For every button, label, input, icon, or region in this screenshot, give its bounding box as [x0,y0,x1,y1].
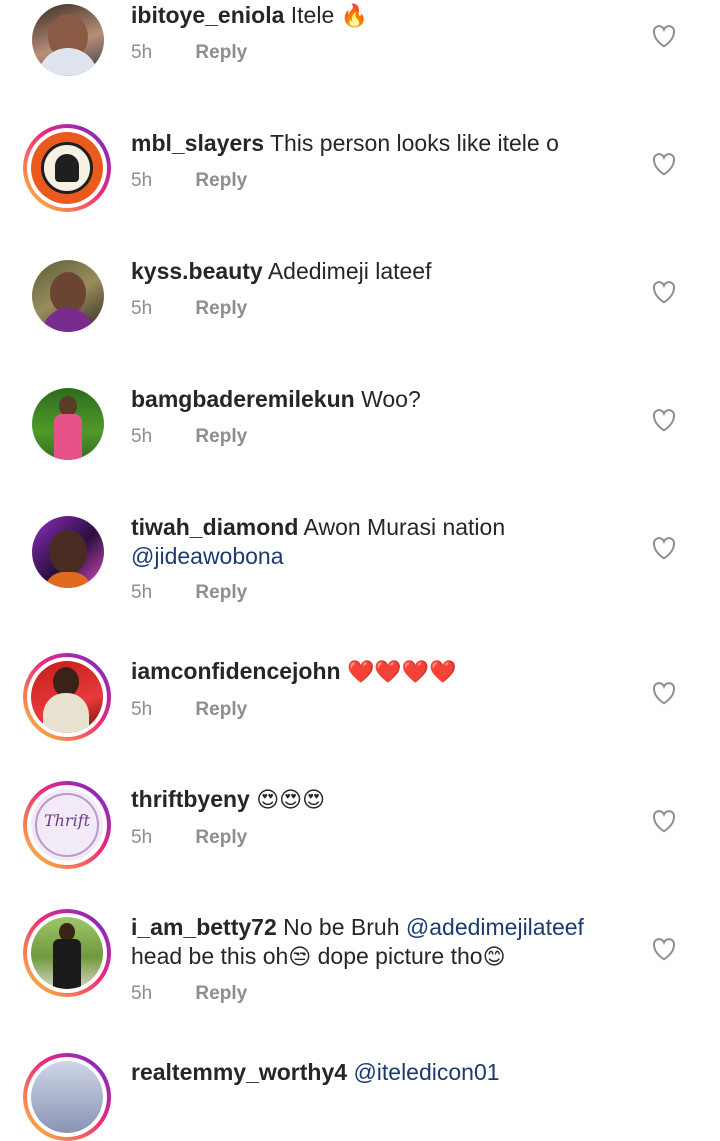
timestamp: 5h [131,827,153,848]
like-heart-icon[interactable] [651,152,677,176]
timestamp: 5h [131,170,153,191]
avatar[interactable] [32,260,104,332]
username[interactable]: tiwah_diamond [131,514,298,540]
story-ring[interactable] [23,1053,111,1141]
hearts-emoji: ❤️❤️❤️❤️ [346,660,457,685]
comment-text: Adedimeji lateef [267,258,432,284]
username[interactable]: kyss.beauty [131,258,263,284]
username[interactable]: realtemmy_worthy4 [131,1059,347,1085]
comment-text: This person looks like itele o [269,130,559,156]
like-heart-icon[interactable] [651,24,677,48]
comment-text: dope picture tho [317,943,483,969]
username[interactable]: iamconfidencejohn [131,658,341,684]
comment-text: head be this oh [131,943,289,969]
story-ring[interactable] [23,653,111,741]
timestamp: 5h [131,983,153,1004]
story-ring[interactable] [23,124,111,212]
reply-button[interactable]: Reply [195,699,247,720]
reply-button[interactable]: Reply [195,582,247,603]
reply-button[interactable]: Reply [195,983,247,1004]
mention-link[interactable]: @jideawobona [131,543,284,569]
timestamp: 5h [131,426,153,447]
thrift-logo-text: Thrift [43,811,91,830]
mention-link[interactable]: @adedimejilateef [406,914,584,940]
heart-eyes-emoji: 😍😍😍 [256,788,326,813]
avatar[interactable] [32,516,104,588]
reply-button[interactable]: Reply [195,298,247,319]
like-heart-icon[interactable] [651,681,677,705]
username[interactable]: bamgbaderemilekun [131,386,355,412]
like-heart-icon[interactable] [651,536,677,560]
avatar: Thrift [31,789,103,861]
avatar [31,661,103,733]
timestamp: 5h [131,298,153,319]
avatar [31,1061,103,1133]
comment-text: Awon Murasi nation [303,514,506,540]
story-ring[interactable]: Thrift [23,781,111,869]
reply-button[interactable]: Reply [195,827,247,848]
comment-text: No be Bruh [283,914,400,940]
story-ring[interactable] [23,909,111,997]
avatar[interactable] [32,4,104,76]
timestamp: 5h [131,582,153,603]
mention-link[interactable]: @iteledicon01 [353,1059,499,1085]
fire-emoji: 🔥 [340,4,369,29]
reply-button[interactable]: Reply [195,426,247,447]
unamused-emoji: 😒 [288,945,312,970]
username[interactable]: mbl_slayers [131,130,264,156]
like-heart-icon[interactable] [651,280,677,304]
timestamp: 5h [131,699,153,720]
username[interactable]: i_am_betty72 [131,914,277,940]
username[interactable]: thriftbyeny [131,786,250,812]
comment-text: Itele [290,2,335,28]
avatar [31,917,103,989]
comment-text: Woo? [361,386,421,412]
smile-emoji: 😊 [482,945,506,970]
username[interactable]: ibitoye_eniola [131,2,284,28]
avatar[interactable] [32,388,104,460]
timestamp: 5h [131,42,153,63]
avatar [31,132,103,204]
like-heart-icon[interactable] [651,809,677,833]
reply-button[interactable]: Reply [195,42,247,63]
like-heart-icon[interactable] [651,937,677,961]
reply-button[interactable]: Reply [195,170,247,191]
like-heart-icon[interactable] [651,408,677,432]
